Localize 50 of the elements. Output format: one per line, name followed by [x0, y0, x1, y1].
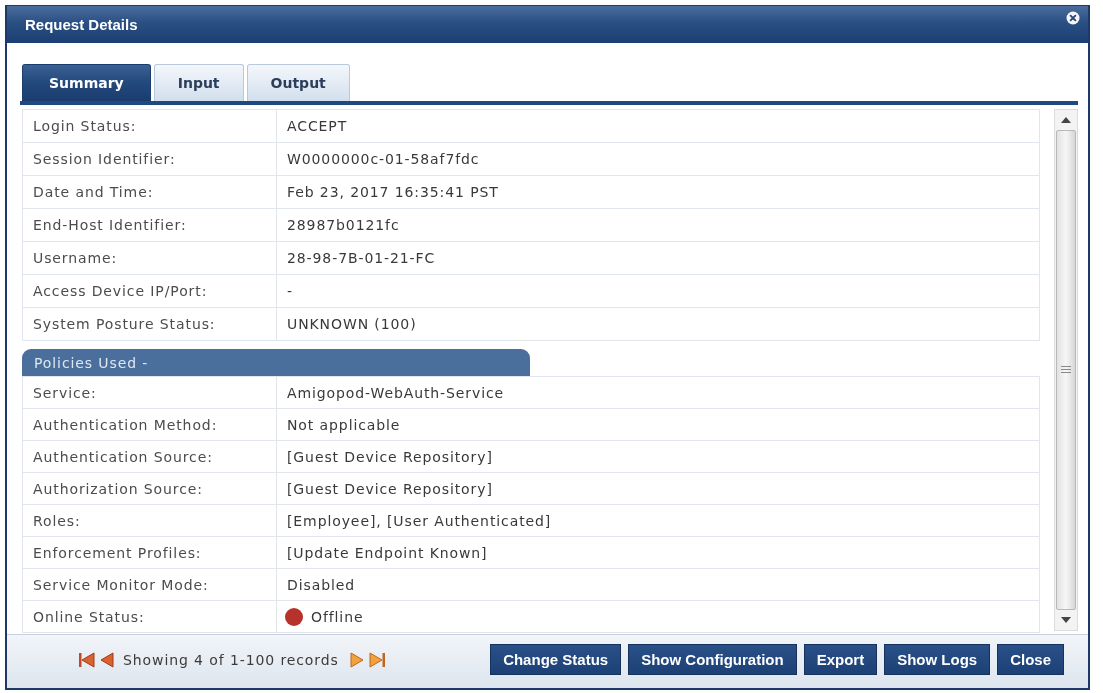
- field-value: 28987b0121fc: [286, 216, 401, 235]
- scrollbar-thumb[interactable]: [1056, 130, 1076, 610]
- scrollbar-track[interactable]: [1054, 109, 1078, 631]
- field-value: [Employee], [User Authenticated]: [286, 511, 553, 531]
- previous-page-icon[interactable]: [100, 651, 114, 668]
- action-button[interactable]: Close: [997, 644, 1064, 675]
- tab[interactable]: Summary: [22, 64, 151, 101]
- last-page-icon[interactable]: [368, 651, 385, 668]
- field-label: Enforcement Profiles:: [23, 537, 277, 568]
- field-label: Roles:: [23, 505, 277, 536]
- field-value: 28-98-7B-01-21-FC: [286, 249, 437, 268]
- field-label: Login Status:: [23, 110, 277, 142]
- window-title: Request Details: [25, 16, 138, 33]
- field-value: -: [286, 282, 294, 301]
- field-label: Online Status:: [23, 601, 277, 632]
- scroll-down-icon[interactable]: [1061, 617, 1071, 623]
- field-value: Not applicable: [286, 415, 402, 435]
- tab[interactable]: Output: [246, 64, 350, 101]
- field-value: ACCEPT: [286, 117, 349, 136]
- field-label: Date and Time:: [23, 176, 277, 208]
- field-label: Authentication Source:: [23, 441, 277, 472]
- field-value: UNKNOWN (100): [286, 315, 418, 334]
- field-label: Session Identifier:: [23, 143, 277, 175]
- next-page-icon[interactable]: [349, 651, 364, 668]
- field-value: [Update Endpoint Known]: [286, 543, 489, 563]
- field-value: [Guest Device Repository]: [286, 447, 494, 467]
- action-button[interactable]: Export: [803, 644, 878, 675]
- field-label: End-Host Identifier:: [23, 209, 277, 241]
- field-label: Authorization Source:: [23, 473, 277, 504]
- action-button[interactable]: Show Logs: [884, 644, 991, 675]
- field-value: W0000000c-01-58af7fdc: [286, 150, 481, 169]
- close-icon[interactable]: [1066, 10, 1080, 25]
- field-label: Service Monitor Mode:: [23, 569, 277, 600]
- field-value: [Guest Device Repository]: [286, 479, 494, 499]
- field-value: Amigopod-WebAuth-Service: [286, 383, 506, 403]
- field-label: System Posture Status:: [23, 308, 277, 340]
- action-button[interactable]: Show Configuration: [628, 644, 797, 675]
- field-label: Service:: [23, 377, 277, 408]
- field-label: Access Device IP/Port:: [23, 275, 277, 307]
- section-header: Policies Used -: [22, 349, 530, 376]
- first-page-icon[interactable]: [79, 651, 95, 668]
- pager-text: Showing 4 of 1-100 records: [123, 651, 339, 668]
- action-button[interactable]: Change Status: [490, 644, 622, 675]
- tab[interactable]: Input: [153, 64, 244, 101]
- status-text: Offline: [311, 608, 364, 625]
- field-value: Disabled: [286, 575, 357, 595]
- scroll-up-icon[interactable]: [1061, 117, 1071, 123]
- field-label: Username:: [23, 242, 277, 274]
- field-value: Feb 23, 2017 16:35:41 PST: [286, 183, 500, 202]
- field-label: Authentication Method:: [23, 409, 277, 440]
